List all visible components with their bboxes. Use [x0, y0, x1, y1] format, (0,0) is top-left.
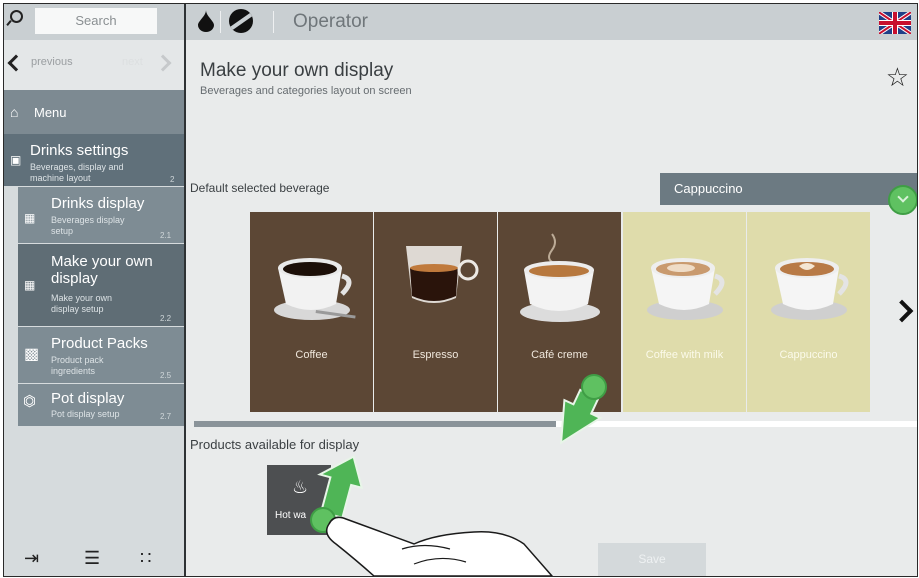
product-label: Hot wa — [275, 510, 307, 521]
products-available-label: Products available for display — [190, 437, 360, 452]
carousel-scrollbar[interactable] — [194, 421, 917, 427]
sidebar-item-number: 2 — [170, 175, 175, 184]
drinks-display-icon: ▦ — [24, 211, 36, 225]
next-link[interactable]: next — [122, 56, 143, 68]
chevron-right-icon[interactable] — [154, 54, 172, 72]
carousel-scroll-thumb[interactable] — [194, 421, 556, 427]
search-bar: Search — [4, 4, 184, 40]
sidebar-footer: ⇥ ☰ ∷ — [4, 544, 184, 576]
sidebar-item-number: 2.5 — [160, 371, 172, 380]
section-title: Make your own display — [200, 60, 394, 81]
sidebar-item-product-packs[interactable]: ▩ Product Packs Product pack ingredients… — [18, 327, 184, 383]
sidebar-item-make-your-own-display[interactable]: ▦ Make your own display Make your own di… — [18, 244, 184, 326]
logout-icon[interactable]: ⇥ — [24, 548, 39, 569]
sidebar-item-label: Pot display — [51, 390, 125, 407]
sidebar-item-drinks-settings[interactable]: ▣ Drinks settings Beverages, display and… — [4, 134, 184, 186]
default-beverage-select[interactable]: Cappuccino — [660, 173, 917, 215]
cancel-button[interactable] — [440, 543, 524, 576]
beverage-tile-coffee-with-milk[interactable]: Coffee with milk — [623, 212, 746, 412]
product-packs-icon: ▩ — [24, 346, 40, 363]
sidebar-item-menu[interactable]: ⌂ Menu — [4, 90, 184, 134]
history-nav: previous next — [4, 40, 184, 90]
product-tile-hot-water[interactable]: ♨ Hot wa — [267, 465, 331, 535]
topbar: Operator — [186, 4, 917, 40]
drinks-settings-icon: ▣ — [10, 153, 22, 167]
beverage-label: Espresso — [412, 349, 459, 361]
beverage-label: Cappuccino — [779, 349, 838, 361]
coffee-cup-icon — [274, 258, 356, 320]
sidebar-item-drinks-display[interactable]: ▦ Drinks display Beverages display setup… — [18, 187, 184, 243]
sidebar-item-number: 2.7 — [160, 412, 172, 421]
chevron-down-icon[interactable] — [888, 185, 917, 215]
beverage-tile-espresso[interactable]: Espresso — [374, 212, 497, 412]
star-icon[interactable]: ☆ — [886, 64, 909, 90]
save-button[interactable]: Save — [598, 543, 706, 576]
cafe-creme-cup-icon — [520, 233, 600, 322]
main-content: Make your own display Beverages and cate… — [186, 40, 917, 576]
selected-value: Cappuccino — [674, 181, 743, 196]
pot-icon: ⏣ — [23, 393, 37, 410]
cappuccino-cup-icon — [771, 258, 849, 320]
divider — [273, 11, 274, 33]
beverage-label: Café creme — [531, 349, 588, 361]
chevron-right-icon[interactable] — [890, 299, 914, 323]
sidebar-item-number: 2.1 — [160, 231, 172, 240]
beverage-tile-cafe-creme[interactable]: Café creme — [498, 212, 621, 412]
drop-icon[interactable] — [198, 10, 214, 32]
section-subtitle: Beverages and categories layout on scree… — [200, 85, 412, 97]
sidebar: Search previous next ⌂ Menu ▣ Drinks set… — [4, 4, 186, 576]
uk-flag-icon[interactable] — [879, 12, 911, 34]
hot-water-icon: ♨ — [292, 477, 309, 497]
sidebar-item-label: Drinks settings — [30, 142, 129, 159]
make-display-icon: ▦ — [24, 278, 36, 292]
beverage-label: Coffee — [295, 349, 328, 361]
coffee-with-milk-cup-icon — [647, 258, 725, 320]
sidebar-item-sublabel: Make your own display setup — [51, 293, 113, 314]
sidebar-item-label: Drinks display — [51, 195, 145, 212]
sidebar-item-sublabel: Product pack ingredients — [51, 355, 104, 376]
sidebar-item-number: 2.2 — [160, 314, 172, 323]
espresso-glass-icon — [406, 246, 479, 303]
default-beverage-label: Default selected beverage — [190, 181, 330, 195]
app-window: Search previous next ⌂ Menu ▣ Drinks set… — [3, 3, 918, 577]
previous-link[interactable]: previous — [31, 56, 73, 68]
search-input[interactable]: Search — [35, 8, 157, 34]
beverage-tile-coffee[interactable]: Coffee — [250, 212, 373, 412]
chevron-left-icon[interactable] — [7, 54, 25, 72]
page-title: Operator — [293, 11, 368, 32]
sidebar-item-pot-display[interactable]: ⏣ Pot display Pot display setup 2.7 — [18, 384, 184, 426]
sidebar-item-label: Product Packs — [51, 335, 148, 352]
sidebar-item-sublabel: Pot display setup — [51, 409, 120, 419]
beverage-label: Coffee with milk — [645, 349, 724, 361]
search-icon[interactable] — [10, 10, 23, 23]
beverage-tile-cappuccino[interactable]: Cappuccino — [747, 212, 870, 412]
bean-icon[interactable] — [229, 9, 253, 33]
home-icon: ⌂ — [10, 104, 19, 120]
sidebar-item-label: Menu — [34, 105, 67, 120]
sidebar-item-sublabel: Beverages, display and machine layout — [30, 162, 124, 183]
sidebar-item-label: Make your own display — [51, 253, 153, 287]
divider — [220, 11, 221, 33]
list-star-icon[interactable]: ☰ — [84, 548, 100, 569]
beverage-carousel: Coffee Espresso Café creme Coffee with m… — [250, 212, 873, 412]
sidebar-item-sublabel: Beverages display setup — [51, 215, 125, 236]
grid-icon[interactable]: ∷ — [140, 548, 151, 569]
